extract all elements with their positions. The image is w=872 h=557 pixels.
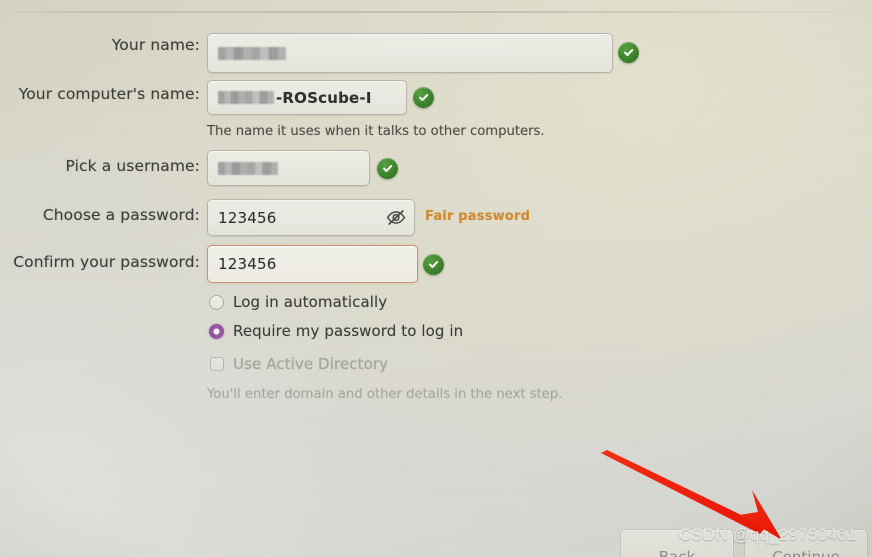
active-directory-helper-text: You'll enter domain and other details in… — [207, 387, 563, 402]
username-valid-icon — [377, 158, 398, 179]
option-log-in-automatically-label: Log in automatically — [233, 293, 388, 311]
option-use-active-directory: Use Active Directory — [210, 355, 388, 373]
username-input[interactable] — [207, 150, 370, 186]
computer-name-label: Your computer's name: — [18, 85, 200, 103]
password-strength-text: Fair password — [425, 209, 531, 224]
computer-name-redacted-prefix — [218, 91, 274, 104]
password-input[interactable]: 123456 — [207, 199, 415, 236]
computer-name-helper-text: The name it uses when it talks to other … — [207, 124, 545, 139]
confirm-password-input[interactable]: 123456 — [207, 245, 418, 283]
option-require-password-label: Require my password to log in — [233, 322, 464, 340]
confirm-password-label: Confirm your password: — [13, 253, 200, 271]
your-name-label: Your name: — [111, 36, 200, 54]
confirm-password-value: 123456 — [218, 255, 277, 273]
your-name-valid-icon — [618, 42, 639, 63]
your-name-input[interactable] — [207, 33, 613, 73]
username-label: Pick a username: — [65, 157, 200, 175]
installer-screen: Your name: Your computer's name: -ROScub… — [0, 0, 872, 557]
option-log-in-automatically[interactable]: Log in automatically — [209, 293, 387, 311]
password-value: 123456 — [218, 208, 277, 227]
confirm-password-valid-icon — [423, 254, 444, 275]
csdn-watermark: CSDN @qq_29750461 — [679, 526, 857, 544]
eye-slash-icon[interactable] — [385, 207, 407, 227]
computer-name-input[interactable]: -ROScube-I — [207, 80, 407, 115]
checkbox-use-active-directory — [210, 357, 224, 371]
computer-name-value: -ROScube-I — [276, 88, 372, 107]
computer-name-valid-icon — [413, 87, 434, 108]
radio-log-in-automatically[interactable] — [209, 294, 224, 310]
option-require-password[interactable]: Require my password to log in — [209, 322, 463, 340]
username-redacted-value — [218, 161, 278, 175]
your-name-redacted-value — [218, 46, 286, 60]
user-setup-form: Your name: Your computer's name: -ROScub… — [0, 0, 872, 557]
password-label: Choose a password: — [42, 206, 200, 224]
radio-require-password[interactable] — [209, 323, 224, 339]
option-use-active-directory-label: Use Active Directory — [233, 355, 389, 373]
